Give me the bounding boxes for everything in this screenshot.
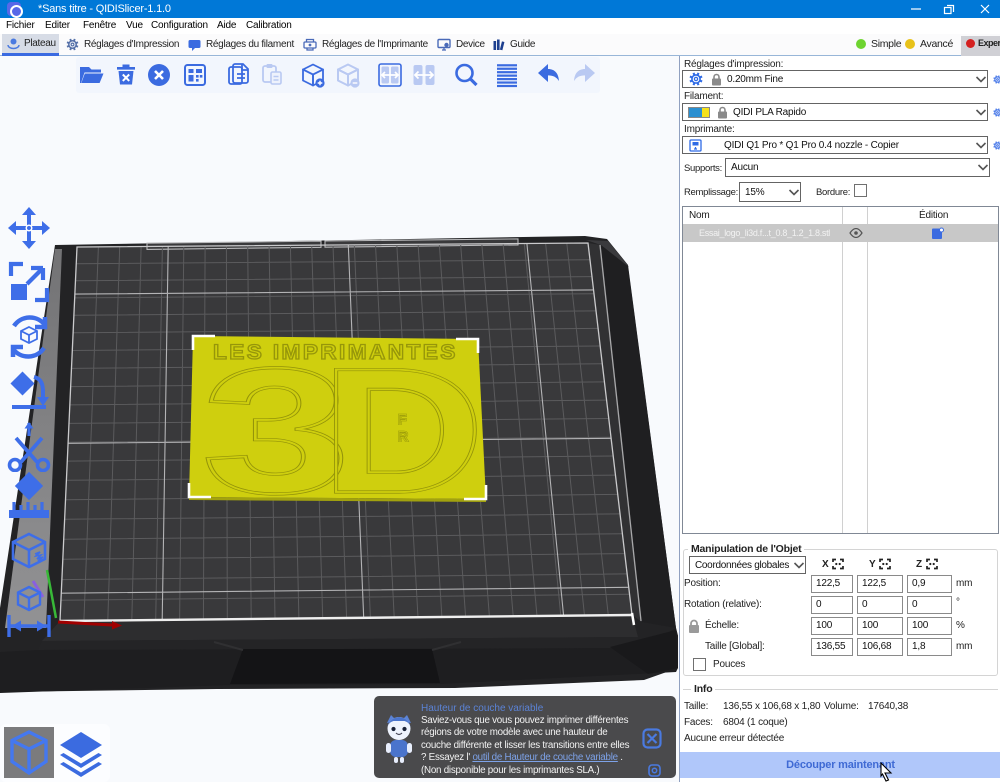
svg-text:F: F (398, 411, 407, 427)
svg-text:R: R (398, 428, 408, 444)
